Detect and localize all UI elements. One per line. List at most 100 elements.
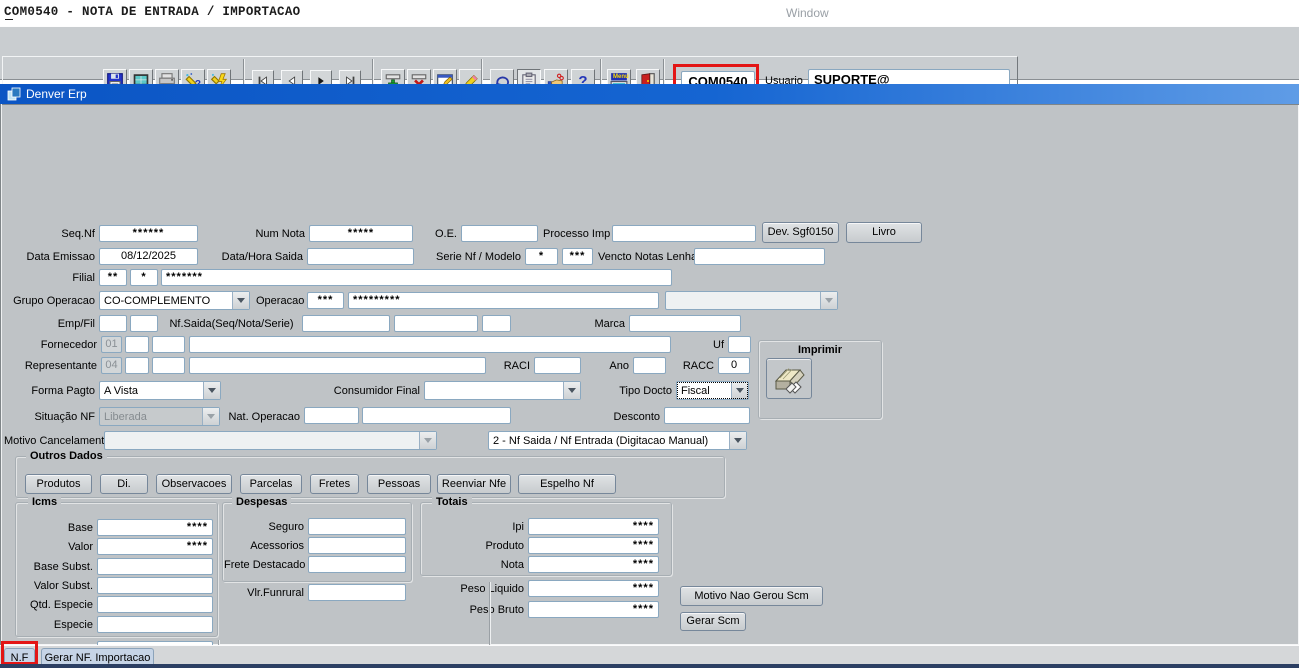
nota-label: Nota [500, 559, 524, 571]
di-button[interactable]: Di. [100, 474, 148, 494]
parcelas-button[interactable]: Parcelas [240, 474, 302, 494]
peso-bruto-field[interactable]: **** [528, 601, 659, 618]
situacao-nf-dropdown: Liberada [99, 407, 220, 426]
representante-cod2-field[interactable] [152, 357, 185, 374]
serie-field[interactable]: * [525, 248, 558, 265]
produto-field[interactable]: **** [528, 537, 659, 554]
chevron-down-icon[interactable] [731, 382, 748, 399]
filial-nome-field[interactable]: ******* [161, 269, 672, 286]
marca-field[interactable] [629, 315, 741, 332]
chevron-down-icon[interactable] [232, 292, 249, 309]
modelo-field[interactable]: *** [562, 248, 593, 265]
serie-nf-modelo-label: Serie Nf / Modelo [436, 251, 521, 263]
peso-liquido-field[interactable]: **** [528, 580, 659, 597]
operacao-extra-dropdown [665, 291, 838, 310]
fil-field[interactable] [130, 315, 158, 332]
especie-field[interactable] [97, 616, 213, 633]
gerar-scm-button[interactable]: Gerar Scm [680, 612, 746, 631]
chevron-down-icon[interactable] [203, 382, 220, 399]
desconto-label: Desconto [613, 411, 660, 423]
nf-saida-label: Nf.Saida(Seq/Nota/Serie) [169, 318, 294, 330]
fretes-button[interactable]: Fretes [310, 474, 359, 494]
menu-item-window[interactable]: Window [786, 6, 829, 20]
operacao-codigo-field[interactable]: *** [307, 292, 344, 309]
ano-field[interactable] [633, 357, 666, 374]
toolbar: ? Menu COM0540 Usuario SUPORTE@ [0, 26, 1299, 105]
pessoas-button[interactable]: Pessoas [367, 474, 431, 494]
valor-subst-field[interactable] [97, 577, 213, 594]
raci-label: RACI [503, 360, 530, 372]
forma-pagto-label: Forma Pagto [31, 385, 95, 397]
icms-valor-field[interactable]: **** [97, 538, 213, 555]
uf-field[interactable] [728, 336, 751, 353]
denver-erp-icon [7, 87, 21, 101]
ipi-field[interactable]: **** [528, 518, 659, 535]
data-emissao-field[interactable]: 08/12/2025 [99, 248, 198, 265]
tab-nf-highlight [1, 641, 38, 665]
processo-imp-label: Processo Imp [543, 228, 611, 240]
oe-field[interactable] [461, 225, 538, 242]
emp-field[interactable] [99, 315, 127, 332]
num-nota-label: Num Nota [255, 228, 305, 240]
nf-saida-nota-field[interactable] [394, 315, 478, 332]
tipo-docto-dropdown[interactable]: Fiscal [676, 381, 749, 400]
uf-label: Uf [713, 339, 724, 351]
imprimir-button[interactable] [766, 358, 812, 399]
window-title: COM0540 - NOTA DE ENTRADA / IMPORTACAO [4, 5, 301, 19]
desconto-field[interactable] [664, 407, 750, 424]
filial-empresa-field[interactable]: ** [99, 269, 127, 286]
data-hora-saida-field[interactable] [307, 248, 414, 265]
representante-nome-field[interactable] [189, 357, 486, 374]
racc-field[interactable]: 0 [718, 357, 750, 374]
grupo-operacao-dropdown[interactable]: CO-COMPLEMENTO [99, 291, 250, 310]
nat-operacao-desc-field[interactable] [362, 407, 511, 424]
especie-label: Especie [53, 619, 93, 631]
menu-bar: COM0540 - NOTA DE ENTRADA / IMPORTACAO W… [0, 0, 1299, 26]
seguro-field[interactable] [308, 518, 406, 535]
valor-subst-label: Valor Subst. [33, 580, 93, 592]
nat-operacao-cod-field[interactable] [304, 407, 359, 424]
qtd-especie-field[interactable] [97, 596, 213, 613]
acessorios-field[interactable] [308, 537, 406, 554]
nf-saida-serie-field[interactable] [482, 315, 511, 332]
observacoes-button[interactable]: Observacoes [156, 474, 232, 494]
forma-pagto-dropdown[interactable]: A Vista [99, 381, 221, 400]
espelho-nf-button[interactable]: Espelho Nf [518, 474, 616, 494]
tipo-entrada-dropdown[interactable]: 2 - Nf Saida / Nf Entrada (Digitacao Man… [488, 431, 747, 450]
vencto-notas-lenha-field[interactable] [694, 248, 825, 265]
fornecedor-cod2-field[interactable] [152, 336, 185, 353]
chevron-down-icon [202, 408, 219, 425]
representante-tipo-field: 04 [101, 357, 122, 374]
ipi-label: Ipi [512, 521, 524, 533]
base-subst-field[interactable] [97, 558, 213, 575]
livro-button[interactable]: Livro [846, 222, 922, 243]
frete-destacado-label: Frete Destacado [224, 559, 306, 571]
racc-label: RACC [682, 360, 714, 372]
nat-operacao-label: Nat. Operacao [228, 411, 300, 423]
qtd-especie-label: Qtd. Especie [30, 599, 93, 611]
dev-sgf0150-button[interactable]: Dev. Sgf0150 [762, 222, 839, 243]
motivo-nao-gerou-scm-button[interactable]: Motivo Nao Gerou Scm [680, 586, 823, 606]
operacao-nome-field[interactable]: ********* [348, 292, 659, 309]
seq-nf-field[interactable]: ****** [99, 225, 198, 242]
chevron-down-icon[interactable] [563, 382, 580, 399]
nota-field[interactable]: **** [528, 556, 659, 573]
nf-saida-seq-field[interactable] [302, 315, 390, 332]
fornecedor-cod1-field[interactable] [125, 336, 149, 353]
produtos-button[interactable]: Produtos [25, 474, 92, 494]
reenviar-nfe-button[interactable]: Reenviar Nfe [437, 474, 511, 494]
icms-base-field[interactable]: **** [97, 519, 213, 536]
vlr-funrural-field[interactable] [308, 584, 406, 601]
processo-imp-field[interactable] [612, 225, 756, 242]
consumidor-final-dropdown[interactable] [424, 381, 581, 400]
representante-cod1-field[interactable] [125, 357, 149, 374]
filial-codigo-field[interactable]: * [130, 269, 158, 286]
raci-field[interactable] [534, 357, 581, 374]
fornecedor-nome-field[interactable] [189, 336, 671, 353]
consumidor-final-label: Consumidor Final [333, 385, 420, 397]
chevron-down-icon[interactable] [729, 432, 746, 449]
window-bottom-edge [0, 664, 1299, 668]
icms-base-label: Base [67, 522, 93, 534]
num-nota-field[interactable]: ***** [309, 225, 413, 242]
frete-destacado-field[interactable] [308, 556, 406, 573]
